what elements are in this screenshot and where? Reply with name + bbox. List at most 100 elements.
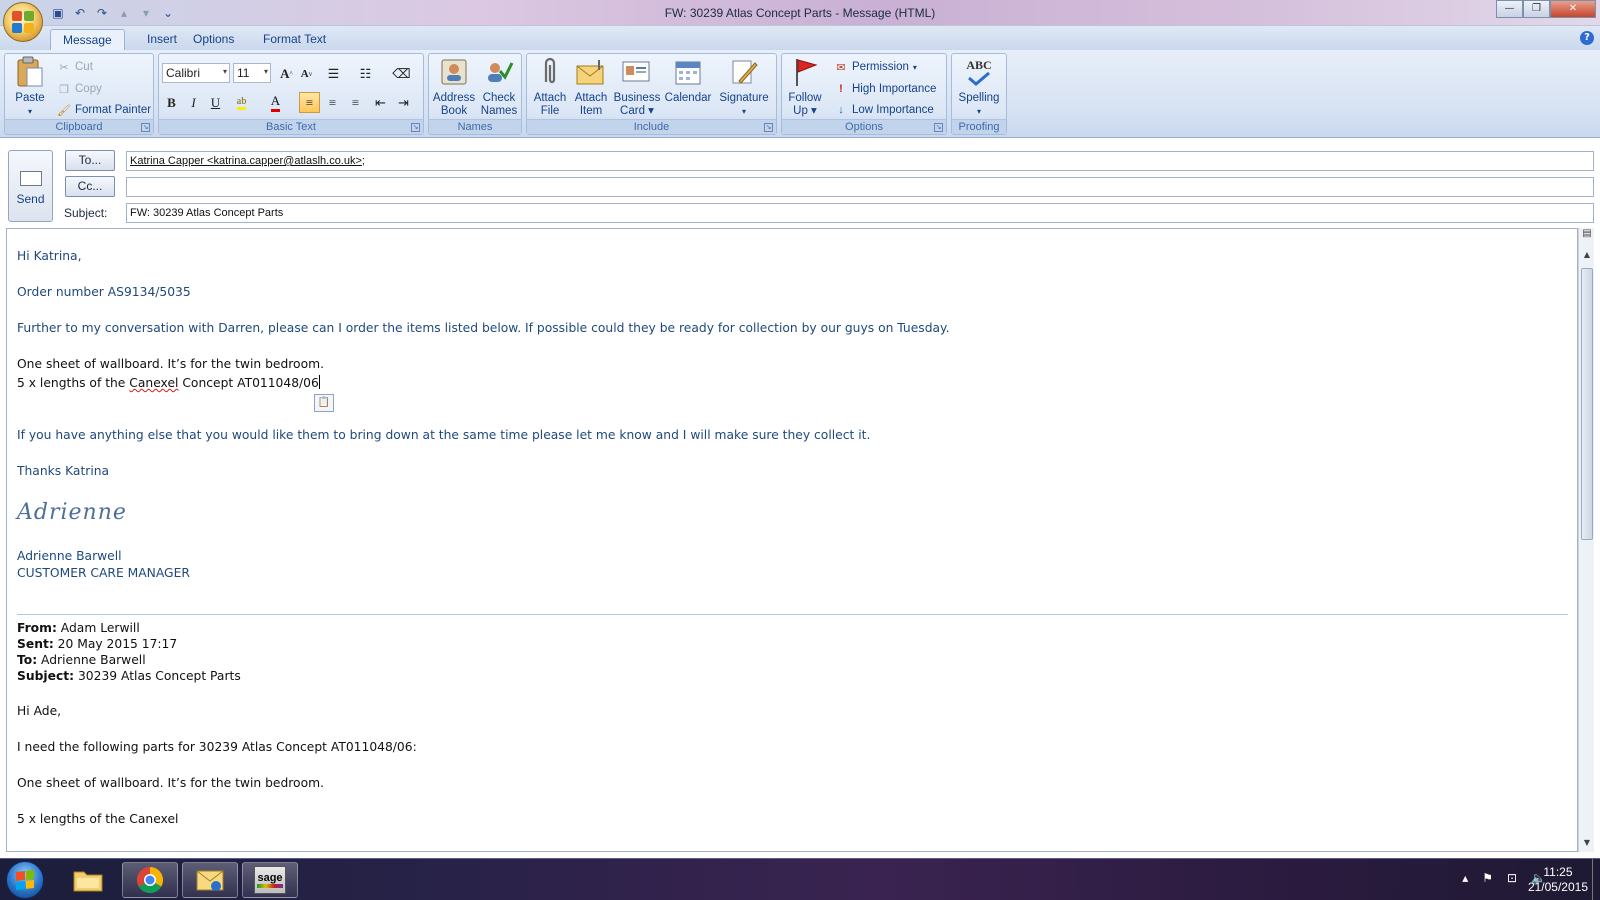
minimize-button[interactable]: — [1496,0,1523,18]
outlook-taskbar-button[interactable] [182,862,238,898]
scroll-down-icon[interactable]: ▼ [1579,838,1595,852]
exclamation-icon: ! [839,83,843,95]
ribbon: Paste ▾ ✂ Cut ❐ Copy 🖌 Format Painter Clipbo… [0,50,1600,138]
clipboard-label: Clipboard [5,119,153,134]
names-label: Names [429,119,521,134]
options-launcher-icon[interactable]: ↘ [934,123,943,132]
thanks-text: Thanks Katrina [17,464,110,478]
address-book-icon [438,56,470,88]
send-button[interactable]: Send [8,150,53,222]
font-color-icon[interactable]: A [265,92,286,113]
scroll-up-icon[interactable]: ▲ [1579,250,1595,264]
italic-icon[interactable]: I [183,92,204,113]
tab-message[interactable]: Message [50,29,125,50]
show-hidden-icons-icon[interactable]: ▴ [1462,871,1468,885]
follow-up-button[interactable]: Follow Up ▾ [785,56,825,118]
include-launcher-icon[interactable]: ↘ [764,123,773,132]
paste-icon [14,56,46,88]
start-button[interactable] [6,861,44,899]
basic-text-launcher-icon[interactable]: ↘ [411,123,420,132]
high-importance-button[interactable]: ! High Importance [834,80,936,98]
chrome-icon [136,866,164,894]
calendar-button[interactable]: Calendar [663,56,713,105]
network-icon[interactable]: ⊡ [1507,871,1517,885]
title-bar: ▣ ↶ ↷ ▴ ▾ ⌄ FW: 30239 Atlas Concept Part… [0,0,1600,42]
basic-text-label: Basic Text [159,119,423,134]
show-desktop-button[interactable] [1592,859,1600,900]
body-scrollbar[interactable]: ▤ ▲ ▼ [1578,228,1594,852]
paste-options-icon[interactable]: 📋 [314,394,334,412]
close-button[interactable]: ✕ [1550,0,1596,18]
business-card-button[interactable]: Business Card ▾ [613,56,661,118]
highlight-icon[interactable]: ab [231,92,252,113]
chrome-taskbar-button[interactable] [122,862,178,898]
system-clock[interactable]: 11:25 21/05/2015 [1528,865,1588,895]
check-names-button[interactable]: Check Names [477,56,521,118]
misspelled-word[interactable]: Canexel [129,376,178,390]
names-group: Address Book Check Names Names [428,53,522,135]
cc-field[interactable] [126,177,1594,197]
item-line-2: 5 x lengths of the Canexel Concept AT011… [17,375,320,390]
align-center-icon[interactable]: ≡ [322,92,343,113]
paste-button[interactable]: Paste ▾ [10,56,50,118]
low-importance-button[interactable]: ↓ Low Importance [834,101,934,119]
folder-icon [73,871,103,892]
sage-taskbar-button[interactable]: sage [242,862,298,898]
align-left-icon[interactable]: ≡ [299,92,320,113]
office-button[interactable] [3,2,43,42]
to-recipient[interactable]: Katrina Capper <katrina.capper@atlaslh.c… [130,155,362,167]
to-button[interactable]: To... [65,150,115,171]
font-size-combo[interactable]: 11 ▾ [233,63,271,83]
decrease-indent-icon[interactable]: ⇤ [370,92,391,113]
help-icon[interactable]: ? [1580,31,1594,45]
clock-date: 21/05/2015 [1527,880,1588,894]
bold-icon[interactable]: B [161,92,182,113]
shrink-font-icon[interactable]: Av [296,63,317,84]
proofing-group: ABC Spelling ▾ Proofing [951,53,1007,135]
attach-item-button[interactable]: Attach Item [571,56,611,118]
numbering-icon[interactable]: ☷ [355,63,376,84]
address-book-button[interactable]: Address Book [432,56,476,118]
tab-format-text[interactable]: Format Text [251,29,338,50]
window-controls: — ❐ ✕ [1496,0,1596,18]
calendar-icon [672,56,704,88]
paperclip-icon [534,56,566,88]
taskbar: sage ▴ ⚑ ⊡ 🔈 11:25 21/05/2015 [0,858,1600,900]
fw-sent-line: Sent: 20 May 2015 17:17 [17,637,178,651]
action-center-flag-icon[interactable]: ⚑ [1482,871,1493,885]
underline-icon[interactable]: U [205,92,226,113]
subject-label: Subject: [64,206,108,220]
flag-icon [789,56,821,88]
to-field[interactable]: Katrina Capper <katrina.capper@atlaslh.c… [126,151,1594,171]
font-name-combo[interactable]: Calibri ▾ [162,63,230,83]
clipboard-launcher-icon[interactable]: ↘ [141,123,150,132]
increase-indent-icon[interactable]: ⇥ [393,92,414,113]
scroll-thumb[interactable] [1581,268,1593,540]
paintbrush-icon: 🖌 [57,104,71,117]
grow-font-icon[interactable]: A ^ [276,63,297,84]
ruler-toggle-icon[interactable]: ▤ [1579,228,1595,242]
down-arrow-icon: ↓ [838,104,844,116]
clear-formatting-icon[interactable]: ⌫ [391,63,412,84]
explorer-taskbar-button[interactable] [60,862,116,898]
bullets-icon[interactable]: ☰ [323,63,344,84]
spelling-button[interactable]: ABC Spelling ▾ [955,56,1003,118]
fw-item-1: One sheet of wallboard. It’s for the twi… [17,776,324,790]
include-label: Include [527,119,776,134]
align-right-icon[interactable]: ≡ [345,92,366,113]
permission-icon: ✉ [836,61,846,74]
format-painter-button[interactable]: 🖌 Format Painter [57,101,151,119]
tab-options[interactable]: Options [181,29,246,50]
windows-logo-icon [16,870,34,890]
ribbon-tabs: Message Insert Options Format Text ? [0,26,1600,50]
copy-button[interactable]: ❐ Copy [57,80,102,98]
signature-button[interactable]: Signature ▾ [715,56,773,118]
restore-button[interactable]: ❐ [1523,0,1550,18]
cc-button[interactable]: Cc... [65,176,115,197]
subject-field[interactable]: FW: 30239 Atlas Concept Parts [126,203,1594,223]
send-envelope-icon [19,171,42,186]
cut-button[interactable]: ✂ Cut [57,58,93,76]
envelope-clip-icon [575,56,607,88]
permission-button[interactable]: ✉ Permission ▾ [834,58,917,76]
attach-file-button[interactable]: Attach File [530,56,570,118]
